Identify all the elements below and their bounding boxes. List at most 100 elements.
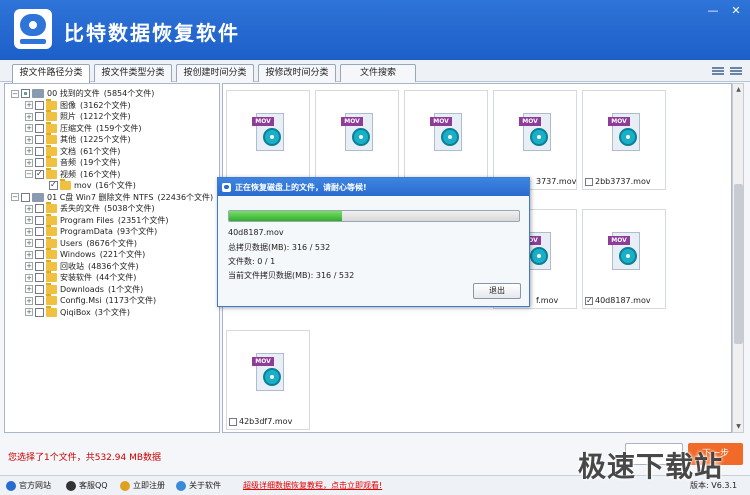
checkbox[interactable]: [35, 227, 44, 236]
expand-icon[interactable]: +: [25, 250, 33, 259]
expand-icon[interactable]: +: [25, 308, 33, 316]
checkbox[interactable]: [35, 284, 44, 294]
expand-icon[interactable]: +: [25, 239, 33, 247]
checkbox[interactable]: [35, 250, 44, 259]
expand-icon[interactable]: +: [25, 101, 33, 109]
tree-node[interactable]: − 01 C盘 Win7 删除文件 NTFS (22436个文件): [11, 192, 213, 203]
file-thumbnail[interactable]: MOV 42b3df7.mov: [226, 330, 310, 430]
checkbox[interactable]: [35, 307, 44, 317]
expand-icon[interactable]: +: [25, 227, 33, 236]
checkbox[interactable]: [35, 215, 44, 225]
checkbox[interactable]: [35, 146, 44, 156]
progress-fill: [229, 211, 343, 221]
support-qq-link[interactable]: 客服QQ: [66, 480, 108, 491]
expand-icon[interactable]: +: [25, 124, 33, 132]
checkbox[interactable]: [35, 238, 44, 248]
tutorial-link[interactable]: 超级详细数据恢复教程，点击立即观看!: [243, 480, 382, 491]
folder-icon: [46, 98, 57, 110]
file-thumbnail[interactable]: MOV 40d8187.mov: [582, 209, 666, 309]
tree-node[interactable]: + 音频 (19个文件): [25, 156, 120, 168]
expand-icon[interactable]: +: [25, 262, 33, 270]
checkbox[interactable]: [229, 417, 237, 426]
tree-node[interactable]: + ProgramData (93个文件): [25, 225, 157, 237]
checkbox[interactable]: [35, 204, 44, 213]
scroll-down-icon[interactable]: ▼: [734, 422, 743, 431]
tree-node[interactable]: + 安装软件 (44个文件): [25, 271, 136, 283]
tree-node[interactable]: + 文档 (61个文件): [25, 144, 120, 157]
checkbox[interactable]: [585, 296, 593, 305]
scroll-thumb[interactable]: [734, 184, 743, 344]
recovery-progress-dialog: 正在恢复磁盘上的文件，请耐心等候! 40d8187.mov 总拷贝数据(MB):…: [217, 177, 530, 307]
app-title: 比特数据恢复软件: [64, 21, 240, 45]
official-site-link[interactable]: 官方网站: [6, 480, 51, 491]
register-link[interactable]: 立即注册: [120, 480, 165, 491]
checkbox[interactable]: [35, 296, 44, 305]
tree-node-label: Config.Msi: [60, 296, 102, 305]
folder-icon: [46, 294, 57, 305]
checkbox[interactable]: [585, 177, 593, 186]
tree-node[interactable]: − 00 找到的文件 (5854个文件): [11, 88, 154, 99]
folder-icon: [46, 144, 57, 156]
checkbox[interactable]: [35, 112, 44, 121]
tree-node-label: 图像: [60, 100, 76, 110]
tab-search[interactable]: 文件搜索: [340, 64, 416, 82]
checkbox[interactable]: [49, 180, 58, 190]
minimize-button[interactable]: —: [704, 4, 722, 18]
tree-node[interactable]: + 压缩文件 (159个文件): [25, 121, 142, 134]
tree-node[interactable]: + 丢失的文件 (5038个文件): [25, 202, 155, 214]
tree-node[interactable]: + QiqiBox (3个文件): [25, 305, 130, 318]
scroll-up-icon[interactable]: ▲: [734, 85, 743, 94]
file-thumbnail[interactable]: MOV: [404, 90, 488, 190]
file-thumbnail[interactable]: MOV: [226, 90, 310, 190]
tree-node[interactable]: + Config.Msi (1173个文件): [25, 294, 156, 306]
checkbox[interactable]: [21, 192, 30, 202]
tab-by-created[interactable]: 按创建时间分类: [176, 64, 254, 82]
tree-node[interactable]: + Downloads (1个文件): [25, 282, 143, 295]
tree-node[interactable]: − 视频 (16个文件): [25, 167, 120, 180]
collapse-icon[interactable]: −: [11, 89, 19, 98]
expand-icon[interactable]: +: [25, 285, 33, 293]
tree-node[interactable]: + 其他 (1225个文件): [25, 133, 131, 145]
tree-node[interactable]: + 照片 (1212个文件): [25, 110, 131, 122]
checkbox[interactable]: [35, 169, 44, 179]
expand-icon[interactable]: +: [25, 147, 33, 155]
collapse-icon[interactable]: −: [25, 170, 33, 178]
file-thumbnail[interactable]: MOV 3737.mov: [493, 90, 577, 190]
tab-by-modified[interactable]: 按修改时间分类: [258, 64, 336, 82]
checkbox[interactable]: [35, 123, 44, 133]
expand-icon[interactable]: +: [25, 112, 33, 121]
tree-node-count: (16个文件): [95, 181, 136, 190]
expand-icon[interactable]: +: [25, 135, 33, 144]
checkbox[interactable]: [35, 135, 44, 144]
expand-icon[interactable]: +: [25, 216, 33, 224]
folder-icon: [46, 305, 57, 317]
about-link[interactable]: 关于软件: [176, 480, 221, 491]
tree-node[interactable]: + 回收站 (4836个文件): [25, 259, 139, 272]
tree-node[interactable]: + Users (8676个文件): [25, 236, 137, 249]
collapse-icon[interactable]: −: [11, 193, 19, 201]
file-thumbnail[interactable]: MOV: [315, 90, 399, 190]
checkbox[interactable]: [35, 273, 44, 282]
expand-icon[interactable]: +: [25, 296, 33, 305]
expand-icon[interactable]: +: [25, 204, 33, 213]
expand-icon[interactable]: +: [25, 158, 33, 167]
tab-by-path[interactable]: 按文件路径分类: [12, 64, 90, 83]
exit-button[interactable]: 退出: [473, 283, 521, 299]
checkbox[interactable]: [21, 89, 30, 98]
folder-icon: [60, 179, 71, 190]
expand-icon[interactable]: +: [25, 273, 33, 282]
grid-view-icon[interactable]: [730, 66, 742, 76]
tree-node-count: (4836个文件): [88, 261, 139, 271]
vertical-scrollbar[interactable]: ▲ ▼: [732, 83, 744, 433]
tree-node[interactable]: + Program Files (2351个文件): [25, 213, 168, 226]
tree-node[interactable]: + 图像 (3162个文件): [25, 98, 131, 111]
checkbox[interactable]: [35, 158, 44, 167]
close-button[interactable]: ✕: [727, 4, 745, 18]
tab-by-type[interactable]: 按文件类型分类: [94, 64, 172, 82]
tree-node[interactable]: + Windows (221个文件): [25, 248, 145, 260]
tree-node[interactable]: mov(16个文件): [49, 179, 136, 191]
file-thumbnail[interactable]: MOV 2bb3737.mov: [582, 90, 666, 190]
checkbox[interactable]: [35, 100, 44, 110]
list-view-icon[interactable]: [712, 66, 724, 76]
checkbox[interactable]: [35, 261, 44, 271]
